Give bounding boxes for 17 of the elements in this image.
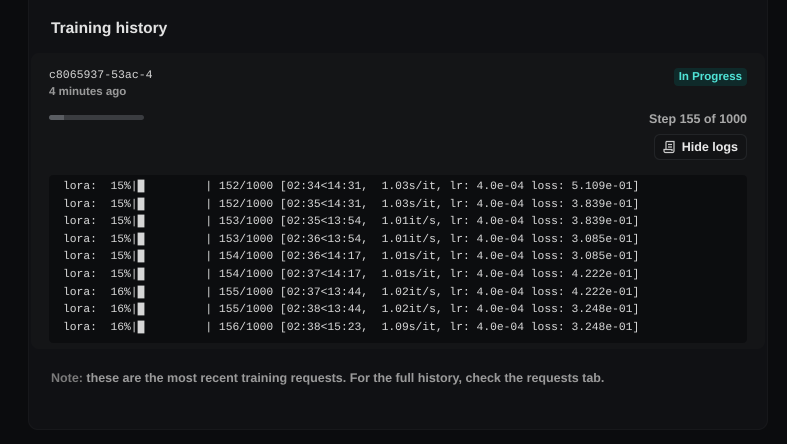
scroll-icon <box>662 140 677 154</box>
log-line: lora: 15%|█ | 154/1000 [02:36<14:17, 1.01s/it, lr: 4.0e-04 loss: 3.085e-01] <box>63 249 640 266</box>
status-badge: In Progress <box>674 68 747 86</box>
log-line: lora: 16%|█ | 155/1000 [02:37<13:44, 1.02it/s, lr: 4.0e-04 loss: 4.222e-01] <box>63 284 640 301</box>
log-line: lora: 15%|█ | 152/1000 [02:34<14:31, 1.03s/it, lr: 4.0e-04 loss: 5.109e-01] <box>63 179 640 195</box>
hide-logs-button[interactable]: Hide logs <box>654 134 747 160</box>
log-line: lora: 16%|█ | 155/1000 [02:38<13:44, 1.02it/s, lr: 4.0e-04 loss: 3.248e-01] <box>63 302 640 318</box>
note-text: Note: these are the most recent training requests. For the full history, check the requests tab. <box>51 371 606 386</box>
log-line: lora: 15%|█ | 152/1000 [02:35<14:31, 1.03s/it, lr: 4.0e-04 loss: 3.839e-01] <box>63 196 640 213</box>
job-time: 4 minutes ago <box>49 86 128 98</box>
step-counter: Step 155 of 1000 <box>649 112 747 126</box>
log-line: lora: 15%|█ | 154/1000 [02:37<14:17, 1.01s/it, lr: 4.0e-04 loss: 4.222e-01] <box>63 266 640 283</box>
job-id: c8065937-53ac-4 <box>49 69 153 82</box>
log-line: lora: 15%|█ | 153/1000 [02:36<13:54, 1.01it/s, lr: 4.0e-04 loss: 3.085e-01] <box>63 232 640 248</box>
section-title: Training history <box>51 20 168 38</box>
log-line: lora: 15%|█ | 153/1000 [02:35<13:54, 1.01it/s, lr: 4.0e-04 loss: 3.839e-01] <box>63 214 640 230</box>
log-line: lora: 16%|█ | 156/1000 [02:38<15:23, 1.09s/it, lr: 4.0e-04 loss: 3.248e-01] <box>63 320 640 336</box>
